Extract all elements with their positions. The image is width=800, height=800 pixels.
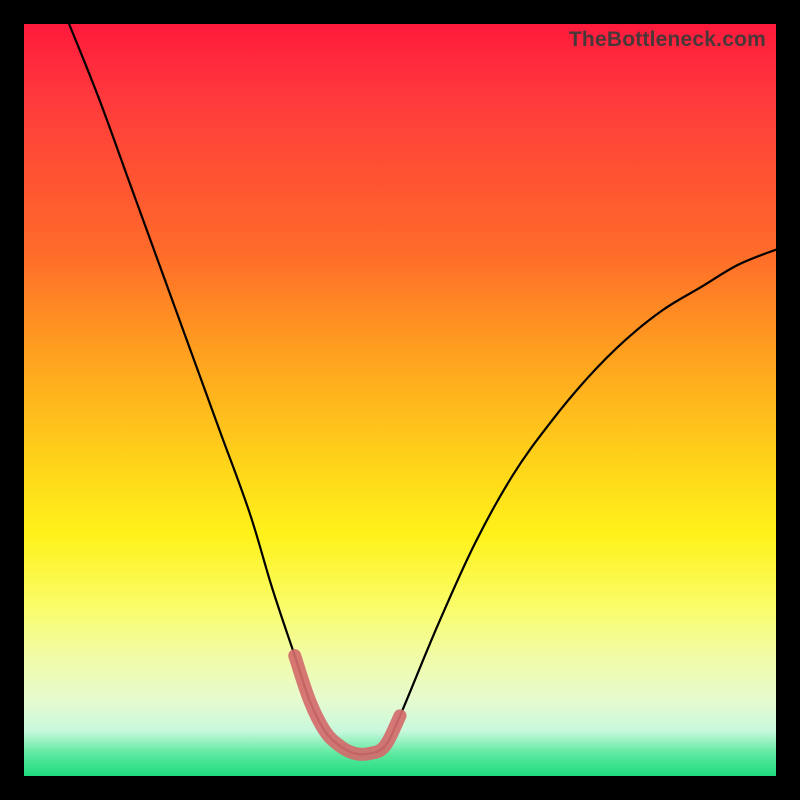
plot-area: TheBottleneck.com bbox=[24, 24, 776, 776]
valley-highlight-path bbox=[295, 656, 400, 755]
chart-frame: TheBottleneck.com bbox=[0, 0, 800, 800]
bottleneck-curve-path bbox=[69, 24, 776, 754]
chart-svg bbox=[24, 24, 776, 776]
